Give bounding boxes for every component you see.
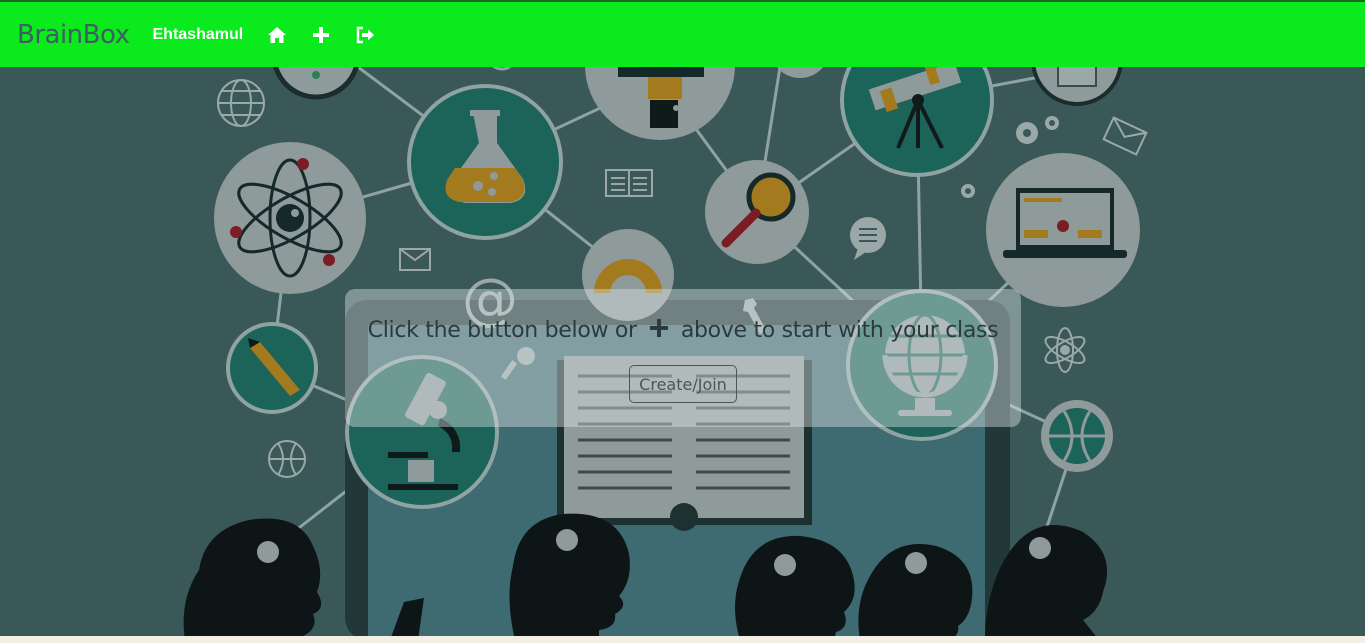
start-class-panel: Click the button below or above to start … [345,289,1021,427]
navbar: BrainBox Ehtashamul [0,0,1365,67]
start-class-message: Click the button below or above to start … [345,318,1021,343]
brand-logo[interactable]: BrainBox [17,20,130,50]
page-bottom-strip [0,636,1365,643]
message-before: Click the button below or [367,318,637,343]
home-icon[interactable] [267,25,287,45]
sign-out-icon[interactable] [355,25,375,45]
username-link[interactable]: Ehtashamul [153,26,244,44]
message-after: above to start with your class [680,318,999,343]
plus-icon [649,318,669,338]
create-join-button[interactable]: Create/Join [629,365,737,403]
plus-icon[interactable] [311,25,331,45]
